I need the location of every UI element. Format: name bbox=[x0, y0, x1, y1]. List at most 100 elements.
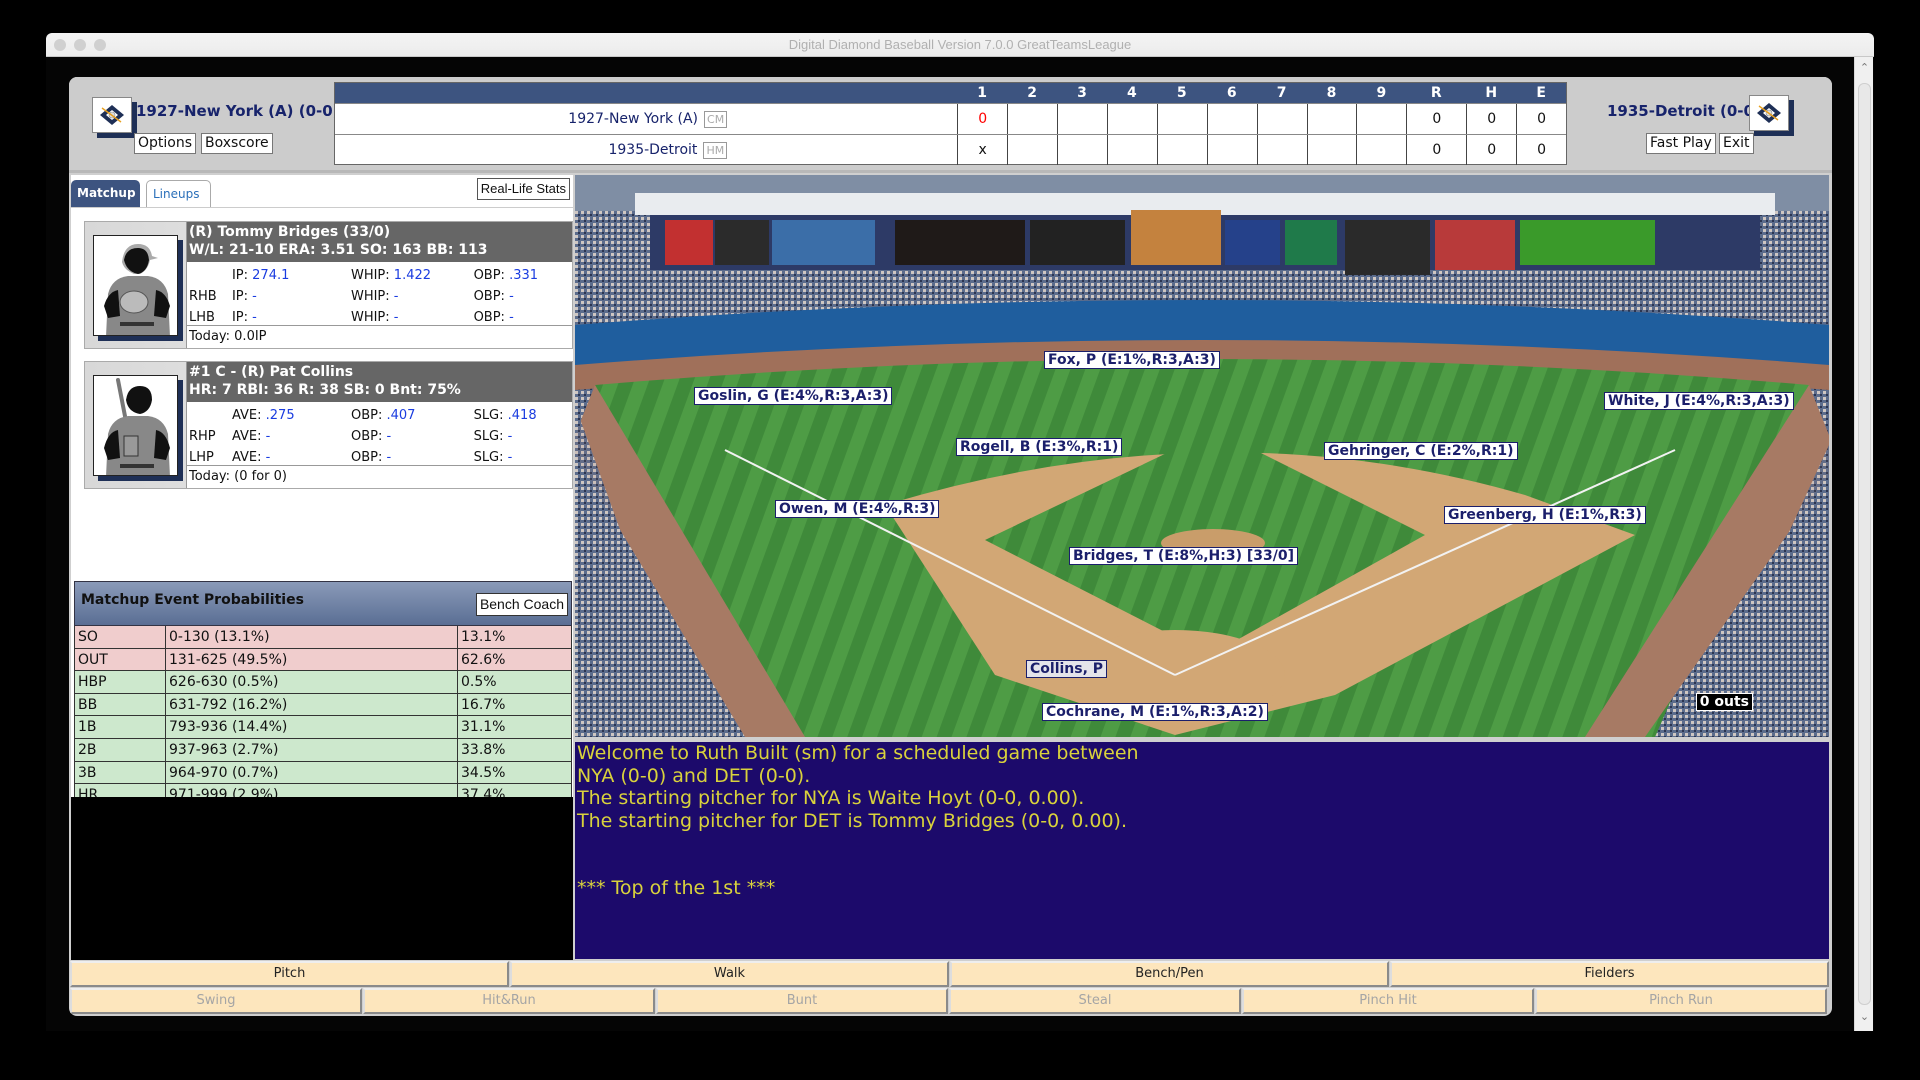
fielder-label-rf[interactable]: White, J (E:4%,R:3,A:3) bbox=[1604, 392, 1794, 410]
probability-row: 1B 793-936 (14.4%) 31.1% bbox=[74, 716, 572, 739]
cumulative-percent: 13.1% bbox=[458, 626, 572, 648]
fast-play-button[interactable]: Fast Play bbox=[1646, 133, 1716, 154]
batter-today: Today: (0 for 0) bbox=[189, 469, 287, 484]
fielder-label-c[interactable]: Cochrane, M (E:1%,R:3,A:2) bbox=[1042, 703, 1268, 721]
away-team-label: 1927-New York (A) bbox=[568, 111, 699, 127]
away-team-logo[interactable] bbox=[92, 97, 132, 133]
inning-score bbox=[1106, 104, 1157, 134]
pitch-button[interactable]: Pitch bbox=[70, 961, 509, 987]
fielders-button[interactable]: Fielders bbox=[1390, 961, 1829, 987]
cumulative-percent: 33.8% bbox=[458, 738, 572, 761]
game-panel: 1927-New York (A) (0-0) Options Boxscore… bbox=[69, 77, 1832, 1016]
stat-row: LHP AVE: - OBP: - SLG: - bbox=[189, 450, 513, 465]
inning-score bbox=[1206, 135, 1257, 165]
inning-score bbox=[1256, 135, 1307, 165]
inning-score: 0 bbox=[957, 104, 1007, 134]
inning-score bbox=[1356, 104, 1406, 134]
log-line: *** Top of the 1st *** bbox=[577, 877, 776, 899]
event-range: 631-792 (16.2%) bbox=[166, 693, 458, 716]
inning-score bbox=[1106, 135, 1157, 165]
home-team-label: 1935-Detroit bbox=[608, 142, 698, 158]
fielder-label-ss[interactable]: Rogell, B (E:3%,R:1) bbox=[956, 438, 1123, 456]
inning-header: 9 bbox=[1376, 85, 1387, 101]
bench-coach-button[interactable]: Bench Coach bbox=[475, 593, 568, 616]
action-buttons-secondary: Swing Hit&Run Bunt Steal Pinch Hit Pinch Run bbox=[70, 988, 1831, 1014]
stat-row: IP: 274.1 WHIP: 1.422 OBP: .331 bbox=[231, 268, 539, 283]
stat-row: RHB IP: - WHIP: - OBP: - bbox=[189, 289, 514, 304]
probability-row: HBP 626-630 (0.5%) 0.5% bbox=[74, 671, 572, 694]
pitcher-splits: IP: 274.1 WHIP: 1.422 OBP: .331 RHB IP: … bbox=[187, 262, 572, 326]
action-buttons-primary: Pitch Walk Bench/Pen Fielders bbox=[70, 961, 1831, 987]
walk-button[interactable]: Walk bbox=[510, 961, 949, 987]
fielder-label-cf[interactable]: Fox, P (E:1%,R:3,A:3) bbox=[1044, 351, 1220, 369]
log-line: NYA (0-0) and DET (0-0). bbox=[577, 764, 811, 787]
fielder-label-2b[interactable]: Gehringer, C (E:2%,R:1) bbox=[1324, 442, 1518, 460]
inning-score bbox=[1306, 135, 1357, 165]
event-name: 2B bbox=[75, 738, 166, 761]
linescore: 1 2 3 4 5 6 7 8 9 R H E 1927-New York (A… bbox=[334, 82, 1567, 165]
event-name: 1B bbox=[75, 716, 166, 738]
away-team-name: 1927-New York (A) (0-0) bbox=[136, 102, 340, 120]
bench-pen-button[interactable]: Bench/Pen bbox=[950, 961, 1389, 987]
event-range: 937-963 (2.7%) bbox=[166, 738, 458, 761]
inning-score bbox=[1256, 104, 1307, 134]
probability-row: BB 631-792 (16.2%) 16.7% bbox=[74, 693, 572, 717]
linescore-header: 1 2 3 4 5 6 7 8 9 R H E bbox=[335, 83, 1566, 103]
inning-score bbox=[1057, 104, 1107, 134]
inning-score bbox=[1007, 135, 1057, 165]
cumulative-percent: 34.5% bbox=[458, 761, 572, 784]
manager-badge[interactable]: HM bbox=[703, 141, 728, 159]
diamond-logo-icon bbox=[100, 105, 124, 125]
exit-button[interactable]: Exit bbox=[1719, 133, 1754, 154]
options-button[interactable]: Options bbox=[134, 133, 197, 154]
scroll-thumb[interactable] bbox=[1858, 83, 1871, 1005]
pitcher-card: (R) Tommy Bridges (33/0) W/L: 21-10 ERA:… bbox=[84, 221, 573, 349]
event-name: 3B bbox=[75, 761, 166, 784]
linescore-row-home: 1935-Detroit HM x 0 0 0 bbox=[335, 134, 1566, 165]
inning-score bbox=[1206, 104, 1257, 134]
hits-total: 0 bbox=[1466, 135, 1516, 165]
real-life-stats-button[interactable]: Real-Life Stats bbox=[476, 178, 570, 200]
tab-lineups[interactable]: Lineups bbox=[146, 180, 211, 207]
home-team-logo[interactable] bbox=[1749, 95, 1789, 131]
play-by-play-log[interactable]: Welcome to Ruth Built (sm) for a schedul… bbox=[575, 742, 1829, 959]
hit-run-button[interactable]: Hit&Run bbox=[363, 988, 655, 1014]
errors-header: E bbox=[1536, 85, 1546, 101]
outs-indicator: 0 outs bbox=[1695, 693, 1753, 711]
scroll-up-icon[interactable]: ⌃ bbox=[1855, 61, 1874, 74]
swing-button[interactable]: Swing bbox=[70, 988, 362, 1014]
fielder-label-3b[interactable]: Owen, M (E:4%,R:3) bbox=[775, 500, 940, 518]
event-name: OUT bbox=[75, 648, 166, 671]
steal-button[interactable]: Steal bbox=[949, 988, 1241, 1014]
hits-total: 0 bbox=[1466, 104, 1516, 134]
batter-label[interactable]: Collins, P bbox=[1026, 660, 1108, 678]
scroll-down-icon[interactable]: ⌄ bbox=[1855, 1010, 1874, 1023]
log-line: The starting pitcher for DET is Tommy Br… bbox=[577, 809, 1127, 832]
inning-score bbox=[1156, 135, 1207, 165]
inning-header: 5 bbox=[1176, 85, 1187, 101]
vertical-scrollbar[interactable]: ⌃ ⌄ bbox=[1854, 57, 1873, 1031]
boxscore-button[interactable]: Boxscore bbox=[201, 133, 273, 154]
inning-header: 2 bbox=[1027, 85, 1037, 101]
manager-badge[interactable]: CM bbox=[704, 110, 728, 128]
probabilities-table: SO 0-130 (13.1%) 13.1% OUT 131-625 (49.5%) 62… bbox=[74, 626, 572, 807]
cumulative-percent: 62.6% bbox=[458, 648, 572, 671]
fielder-label-1b[interactable]: Greenberg, H (E:1%,R:3) bbox=[1444, 506, 1646, 524]
event-name: HBP bbox=[75, 671, 166, 693]
log-line: Welcome to Ruth Built (sm) for a schedul… bbox=[577, 742, 1139, 764]
pinch-run-button[interactable]: Pinch Run bbox=[1535, 988, 1827, 1014]
fielder-label-lf[interactable]: Goslin, G (E:4%,R:3,A:3) bbox=[694, 387, 893, 405]
bunt-button[interactable]: Bunt bbox=[656, 988, 948, 1014]
fielder-label-p[interactable]: Bridges, T (E:8%,H:3) [33/0] bbox=[1069, 547, 1298, 565]
pinch-hit-button[interactable]: Pinch Hit bbox=[1242, 988, 1534, 1014]
hits-header: H bbox=[1485, 85, 1498, 101]
inning-score bbox=[1057, 135, 1107, 165]
pitcher-today: Today: 0.0IP bbox=[189, 329, 267, 344]
event-name: SO bbox=[75, 626, 166, 648]
event-range: 131-625 (49.5%) bbox=[166, 648, 458, 671]
runs-header: R bbox=[1430, 85, 1442, 101]
ballpark-view[interactable]: Fox, P (E:1%,R:3,A:3) Goslin, G (E:4%,R:… bbox=[575, 175, 1829, 737]
event-range: 964-970 (0.7%) bbox=[166, 761, 458, 784]
tab-matchup[interactable]: Matchup bbox=[71, 180, 140, 207]
